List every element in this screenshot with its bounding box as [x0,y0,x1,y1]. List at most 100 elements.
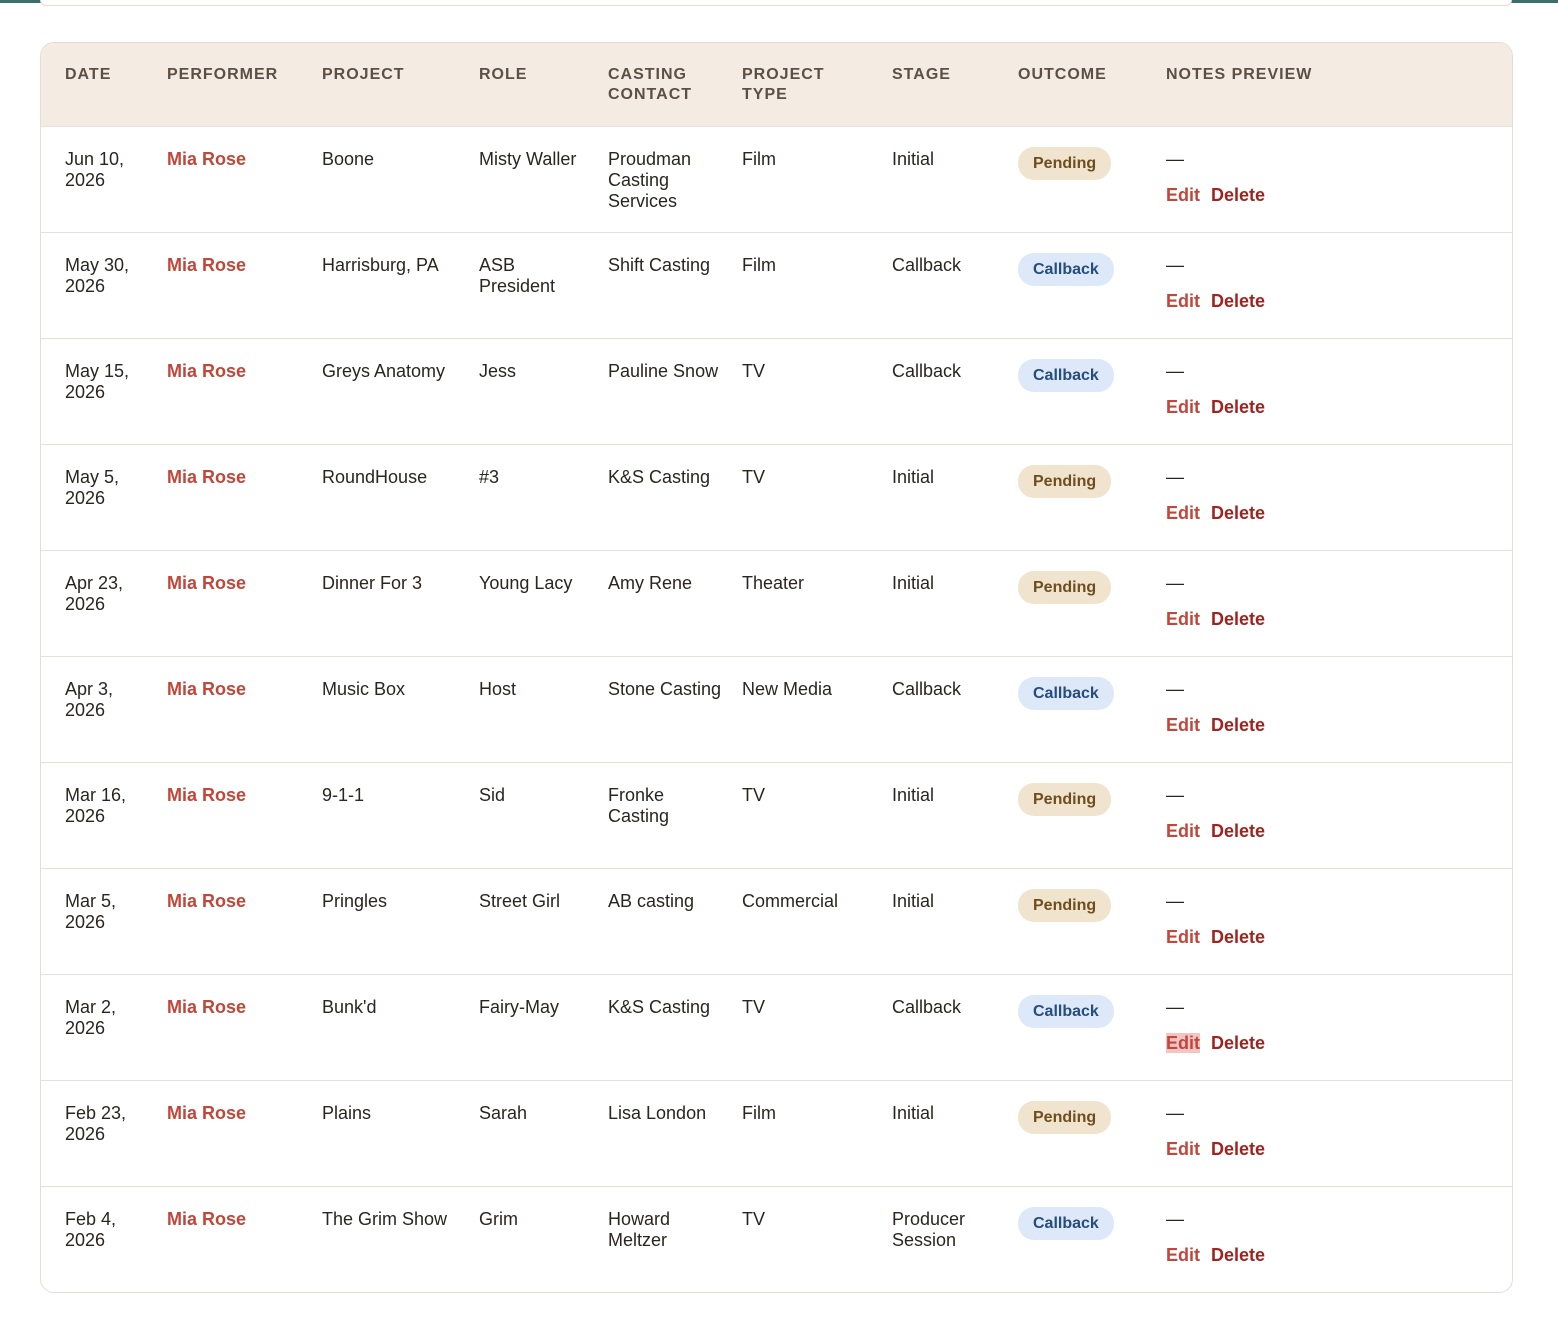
cell-stage: Initial [892,784,935,805]
delete-button[interactable]: Delete [1211,503,1265,523]
cell-notes: — Edit Delete [1158,126,1512,232]
notes-preview: — [1166,996,1184,1017]
performer-link[interactable]: Mia Rose [167,467,246,487]
performer-link[interactable]: Mia Rose [167,679,246,699]
table-row: Apr 3, 2026 Mia Rose Music Box Host Stone Ca… [41,656,1512,762]
performer-link[interactable]: Mia Rose [167,1209,246,1229]
delete-button[interactable]: Delete [1211,609,1265,629]
outcome-badge: Pending [1018,464,1112,498]
cell-stage: Callback [892,678,962,699]
header-performer[interactable]: PERFORMER [159,43,314,126]
cell-role: Grim [479,1208,518,1229]
cell-casting-contact: Pauline Snow [608,360,719,381]
date-text: Feb 23, 2026 [65,1102,127,1144]
delete-button[interactable]: Delete [1211,927,1265,947]
delete-button[interactable]: Delete [1211,397,1265,417]
date-text: Apr 23, 2026 [65,572,124,614]
cell-stage: Callback [892,360,962,381]
performer-link[interactable]: Mia Rose [167,149,246,169]
cell-role: Street Girl [479,890,561,911]
previous-card-edge [40,0,1512,6]
cell-notes: — Edit Delete [1158,1186,1512,1292]
date-text: Jun 10, 2026 [65,148,125,190]
cell-performer: Mia Rose [159,550,314,656]
header-outcome[interactable]: OUTCOME [1010,43,1158,126]
cell-project: Boone [322,148,375,169]
header-project-type[interactable]: PROJECT TYPE [734,43,884,126]
cell-date: Feb 23, 2026 [41,1080,159,1186]
outcome-badge: Pending [1018,1100,1112,1134]
performer-link[interactable]: Mia Rose [167,1103,246,1123]
edit-button[interactable]: Edit [1166,609,1200,629]
cell-notes: — Edit Delete [1158,232,1512,338]
outcome-badge: Callback [1018,676,1114,710]
edit-button[interactable]: Edit [1166,927,1200,947]
edit-button[interactable]: Edit [1166,397,1200,417]
cell-date: Mar 16, 2026 [41,762,159,868]
header-date[interactable]: DATE [41,43,159,126]
edit-button[interactable]: Edit [1166,1032,1200,1053]
cell-project-type: Commercial [742,890,839,911]
header-casting-contact[interactable]: CASTING CONTACT [600,43,734,126]
edit-button[interactable]: Edit [1166,821,1200,841]
cell-stage: Callback [892,996,962,1017]
edit-button[interactable]: Edit [1166,1139,1200,1159]
cell-date: May 30, 2026 [41,232,159,338]
performer-link[interactable]: Mia Rose [167,891,246,911]
cell-project: Bunk'd [322,996,377,1017]
header-role[interactable]: ROLE [471,43,600,126]
table-row: May 5, 2026 Mia Rose RoundHouse #3 K&S Casti… [41,444,1512,550]
notes-preview: — [1166,1102,1184,1123]
performer-link[interactable]: Mia Rose [167,573,246,593]
cell-casting-contact: Fronke Casting [608,784,670,826]
row-actions: Edit Delete [1166,821,1504,842]
notes-preview: — [1166,890,1184,911]
edit-button[interactable]: Edit [1166,715,1200,735]
table-row: Jun 10, 2026 Mia Rose Boone Misty Waller Pro… [41,126,1512,232]
table-row: Mar 2, 2026 Mia Rose Bunk'd Fairy-May K&S Ca… [41,974,1512,1080]
cell-stage: Producer Session [892,1208,966,1250]
delete-button[interactable]: Delete [1211,1033,1265,1053]
row-actions: Edit Delete [1166,715,1504,736]
delete-button[interactable]: Delete [1211,1245,1265,1265]
performer-link[interactable]: Mia Rose [167,785,246,805]
performer-link[interactable]: Mia Rose [167,255,246,275]
cell-date: Mar 2, 2026 [41,974,159,1080]
table-row: Apr 23, 2026 Mia Rose Dinner For 3 Young La… [41,550,1512,656]
cell-outcome: Callback [1010,232,1158,338]
delete-button[interactable]: Delete [1211,715,1265,735]
cell-role: Jess [479,360,517,381]
date-text: Feb 4, 2026 [65,1208,117,1250]
delete-button[interactable]: Delete [1211,1139,1265,1159]
edit-button[interactable]: Edit [1166,503,1200,523]
cell-role: Sid [479,784,506,805]
row-actions: Edit Delete [1166,1139,1504,1160]
cell-project-type: New Media [742,678,833,699]
cell-stage: Initial [892,148,935,169]
cell-project-type: Film [742,254,776,275]
delete-button[interactable]: Delete [1211,185,1265,205]
cell-stage: Initial [892,572,935,593]
edit-button[interactable]: Edit [1166,185,1200,205]
header-project[interactable]: PROJECT [314,43,471,126]
cell-project: Greys Anatomy [322,360,446,381]
cell-casting-contact: Howard Meltzer [608,1208,671,1250]
outcome-badge: Pending [1018,782,1112,816]
header-stage[interactable]: STAGE [884,43,1010,126]
delete-button[interactable]: Delete [1211,291,1265,311]
cell-role: Fairy-May [479,996,559,1017]
cell-performer: Mia Rose [159,1080,314,1186]
date-text: Mar 5, 2026 [65,890,117,932]
cell-project-type: Film [742,1102,776,1123]
edit-button[interactable]: Edit [1166,291,1200,311]
row-actions: Edit Delete [1166,291,1504,312]
cell-casting-contact: K&S Casting [608,466,711,487]
cell-project: Music Box [322,678,406,699]
performer-link[interactable]: Mia Rose [167,361,246,381]
cell-date: Jun 10, 2026 [41,126,159,232]
delete-button[interactable]: Delete [1211,821,1265,841]
edit-button[interactable]: Edit [1166,1245,1200,1265]
cell-outcome: Pending [1010,1080,1158,1186]
row-actions: Edit Delete [1166,609,1504,630]
performer-link[interactable]: Mia Rose [167,997,246,1017]
